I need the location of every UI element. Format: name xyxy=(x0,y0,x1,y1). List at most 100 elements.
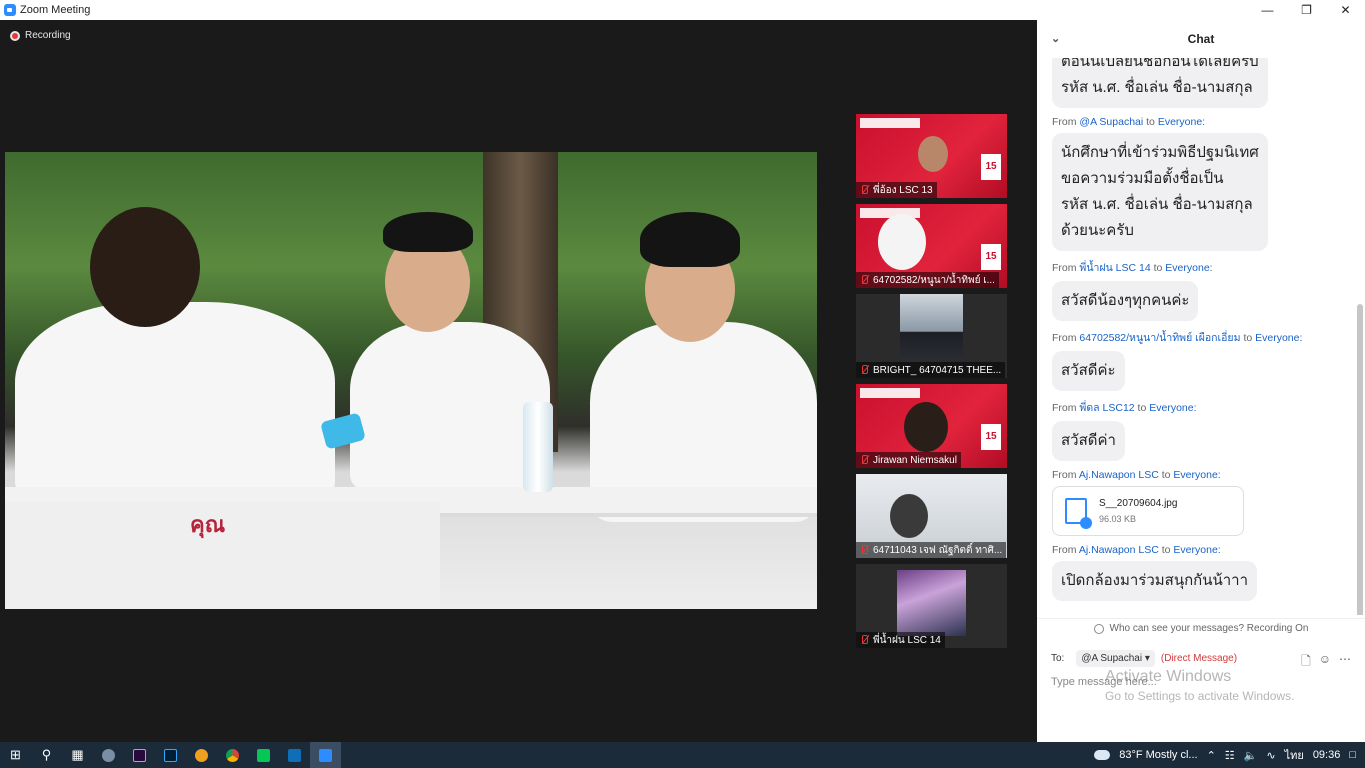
participant-tile[interactable]: 64711043 เจฟ ณัฐกิตติ์ ทาศิ... xyxy=(856,474,1007,558)
event-date: 15 xyxy=(981,154,1001,180)
participant-tile[interactable]: 15 Jirawan Niemsakul xyxy=(856,384,1007,468)
more-icon[interactable]: ⋯ xyxy=(1339,652,1351,673)
premiere-icon[interactable] xyxy=(124,742,155,768)
windows-start-icon[interactable]: ⊞ xyxy=(0,742,31,768)
emoji-icon[interactable]: ☺ xyxy=(1319,652,1331,673)
volume-icon[interactable]: 🔈 xyxy=(1244,749,1258,762)
participant-name: Jirawan Niemsakul xyxy=(873,454,957,466)
water-bottle xyxy=(523,402,553,492)
from-label: From xyxy=(1052,469,1077,481)
file-name: S__20709604.jpg xyxy=(1099,498,1178,509)
zoom-taskbar-icon[interactable] xyxy=(310,742,341,768)
from-label: From xyxy=(1052,544,1077,556)
line-icon[interactable] xyxy=(248,742,279,768)
sender-name[interactable]: พี่น้ำฝน LSC 14 xyxy=(1079,262,1150,274)
recipient-everyone[interactable]: Everyone: xyxy=(1173,469,1220,481)
weather-text[interactable]: 83°F Mostly cl... xyxy=(1119,749,1197,761)
to-word: to xyxy=(1146,116,1155,128)
sender-name[interactable]: @A Supachai xyxy=(1079,116,1143,128)
sender-name[interactable]: 64702582/หนูนา/น้ำทิพย์ เผือกเอี่ยม xyxy=(1079,332,1240,344)
task-view-icon[interactable]: ▦ xyxy=(62,742,93,768)
recipient-select[interactable]: @A Supachai ▾ xyxy=(1076,650,1155,667)
recipient-everyone[interactable]: Everyone: xyxy=(1149,402,1196,414)
app-icon[interactable] xyxy=(93,742,124,768)
message-bubble[interactable]: สวัสดีค่า xyxy=(1052,421,1125,461)
participant-tile[interactable]: 15 64702582/หนูนา/น้ำทิพย์ เ... xyxy=(856,204,1007,288)
file-attachment[interactable]: S__20709604.jpg 96.03 KB xyxy=(1052,486,1244,536)
participant-name-row: BRIGHT_ 64704715 THEE... xyxy=(856,362,1006,378)
wifi-icon[interactable]: ∿ xyxy=(1266,749,1275,762)
chat-header: ⌄ Chat xyxy=(1037,20,1365,58)
image-file-icon xyxy=(1065,498,1092,529)
sender-name[interactable]: Aj.Nawapon LSC xyxy=(1079,544,1159,556)
browser-icon[interactable] xyxy=(186,742,217,768)
recipient-everyone[interactable]: Everyone: xyxy=(1255,332,1302,344)
participant-tile[interactable]: BRIGHT_ 64704715 THEE... xyxy=(856,294,1007,378)
recording-indicator[interactable]: Recording xyxy=(10,30,71,41)
participant-tile[interactable]: 15 พี่อ้อง LSC 13 xyxy=(856,114,1007,198)
chevron-up-icon[interactable]: ⌃ xyxy=(1207,749,1216,762)
meeting-area: Recording คุณ 15 พี่อ้อง LSC 13 15 64702… xyxy=(0,20,1037,742)
privacy-note[interactable]: Who can see your messages? Recording On xyxy=(1037,618,1365,638)
chat-panel: ⌄ Chat ต้อนนี้เปลี่ยนชื่อก่อนได้เลยครับ … xyxy=(1037,20,1365,742)
recipient-everyone[interactable]: Everyone: xyxy=(1173,544,1220,556)
chat-tools: 🗋 ☺ ⋯ xyxy=(1301,652,1351,673)
file-icon[interactable]: 🗋 xyxy=(1301,652,1311,673)
participant-face xyxy=(878,214,926,270)
participant-name: 64711043 เจฟ ณัฐกิตติ์ ทาศิ... xyxy=(873,544,1003,556)
network-icon[interactable]: ☷ xyxy=(1225,749,1235,762)
person-icon xyxy=(1093,623,1104,634)
weather-icon xyxy=(1094,750,1111,760)
participant-avatar xyxy=(897,570,966,636)
sender-name[interactable]: Aj.Nawapon LSC xyxy=(1079,469,1159,481)
chat-messages[interactable]: ต้อนนี้เปลี่ยนชื่อก่อนได้เลยครับ รหัส น.… xyxy=(1037,58,1365,615)
mic-muted-icon xyxy=(860,635,869,645)
search-icon[interactable]: ⚲ xyxy=(31,742,62,768)
message-sender-line: From Aj.Nawapon LSC to Everyone: xyxy=(1052,469,1352,481)
file-size: 96.03 KB xyxy=(1099,514,1137,524)
notification-icon[interactable]: □ xyxy=(1349,749,1356,761)
message-bubble[interactable]: สวัสดีค่ะ xyxy=(1052,351,1125,391)
chevron-down-icon[interactable]: ⌄ xyxy=(1051,32,1060,45)
participant-gallery: 15 พี่อ้อง LSC 13 15 64702582/หนูนา/น้ำท… xyxy=(856,114,1007,654)
event-date: 15 xyxy=(981,424,1001,450)
sender-name[interactable]: พี่ดล LSC12 xyxy=(1079,402,1134,414)
language-indicator[interactable]: ไทย xyxy=(1285,746,1304,764)
from-label: From xyxy=(1052,116,1077,128)
to-word: to xyxy=(1161,544,1171,556)
scrollbar[interactable] xyxy=(1357,304,1363,615)
active-speaker-video[interactable]: คุณ xyxy=(5,152,817,609)
message-row: สวัสดีน้องๆทุกคนค่ะ xyxy=(1052,281,1352,321)
message-bubble[interactable]: เปิดกล้องมาร่วมสนุกกันน้าาา xyxy=(1052,561,1258,601)
participant-tile[interactable]: พี่น้ำฝน LSC 14 xyxy=(856,564,1007,648)
mic-muted-icon xyxy=(860,455,869,465)
message-bubble[interactable]: สวัสดีน้องๆทุกคนค่ะ xyxy=(1052,281,1199,321)
close-icon[interactable]: ✕ xyxy=(1326,0,1365,20)
title-bar: Zoom Meeting — ❐ ✕ xyxy=(0,0,1365,20)
participant-name: BRIGHT_ 64704715 THEE... xyxy=(873,364,1002,376)
message-bubble[interactable]: นักศึกษาที่เข้าร่วมพิธีปฐมนิเทศ ขอความร่… xyxy=(1052,133,1268,251)
from-label: From xyxy=(1052,332,1077,344)
to-word: to xyxy=(1161,469,1171,481)
recipient-name: @A Supachai xyxy=(1081,653,1143,664)
window-controls: — ❐ ✕ xyxy=(1248,0,1365,20)
privacy-text: Who can see your messages? Recording On xyxy=(1109,623,1309,634)
from-label: From xyxy=(1052,402,1077,414)
message-bubble[interactable]: ต้อนนี้เปลี่ยนชื่อก่อนได้เลยครับ รหัส น.… xyxy=(1052,58,1268,108)
message-sender-line: From พี่ดล LSC12 to Everyone: xyxy=(1052,399,1352,416)
photoshop-icon[interactable] xyxy=(155,742,186,768)
photos-icon[interactable] xyxy=(279,742,310,768)
activation-watermark: Activate Windows Go to Settings to activ… xyxy=(1105,668,1294,703)
participant-name-row: 64711043 เจฟ ณัฐกิตติ์ ทาศิ... xyxy=(856,542,1007,558)
message-row: นักศึกษาที่เข้าร่วมพิธีปฐมนิเทศ ขอความร่… xyxy=(1052,133,1352,251)
chevron-down-icon: ▾ xyxy=(1144,653,1150,664)
recipient-everyone[interactable]: Everyone: xyxy=(1158,116,1205,128)
event-banner xyxy=(860,388,920,398)
event-date: 15 xyxy=(981,244,1001,270)
mic-muted-icon xyxy=(860,275,869,285)
clock[interactable]: 09:36 xyxy=(1313,749,1341,761)
restore-icon[interactable]: ❐ xyxy=(1287,0,1326,20)
minimize-icon[interactable]: — xyxy=(1248,0,1287,20)
chrome-icon[interactable] xyxy=(217,742,248,768)
recipient-everyone[interactable]: Everyone: xyxy=(1165,262,1212,274)
